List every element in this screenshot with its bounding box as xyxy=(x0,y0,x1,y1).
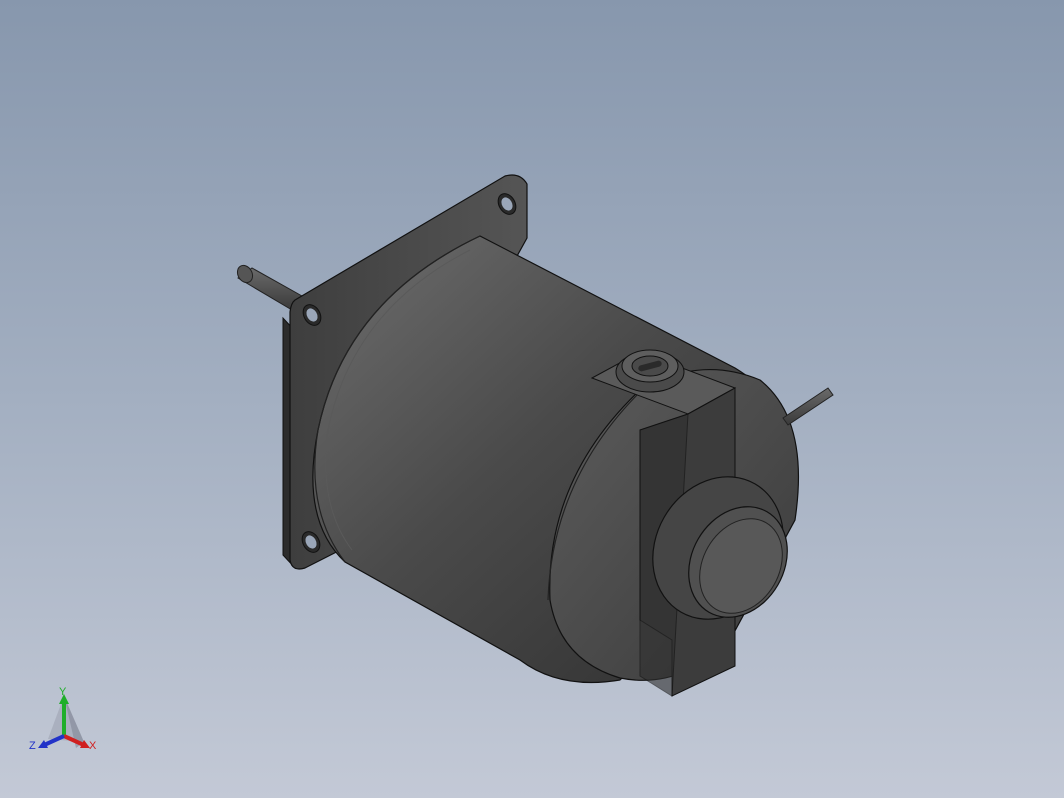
triad-y-label: Y xyxy=(59,686,67,698)
solenoid-model[interactable] xyxy=(0,0,1064,798)
triad-z-label: Z xyxy=(29,740,36,752)
graphics-viewport[interactable]: Y Z X xyxy=(0,0,1064,798)
orientation-triad: Y Z X xyxy=(26,684,106,756)
front-pin xyxy=(782,387,834,426)
triad-x-label: X xyxy=(89,740,97,752)
